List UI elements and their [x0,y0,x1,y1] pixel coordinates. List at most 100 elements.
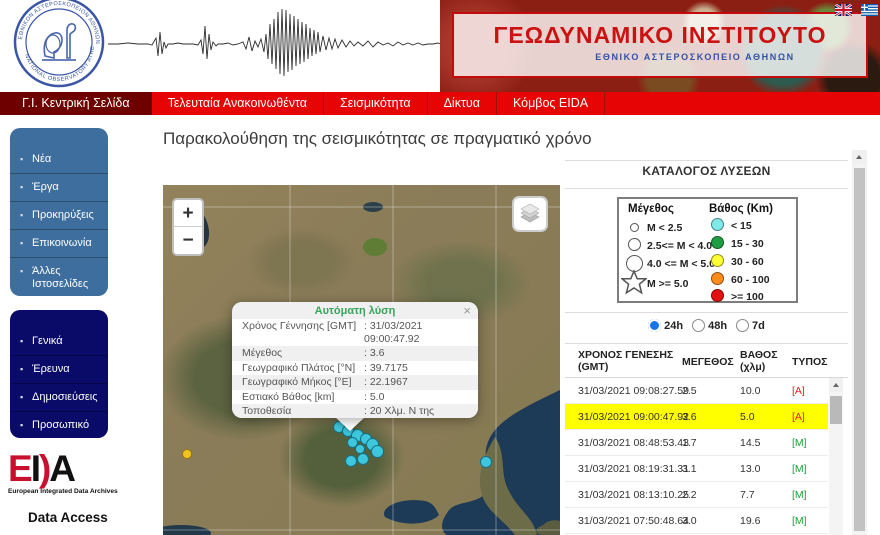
nav-item-announcements[interactable]: Τελευταία Ανακοινωθέντα [152,92,324,115]
table-scrollbar[interactable] [829,378,843,535]
cell-magnitude: 3.6 [682,404,697,430]
table-row[interactable]: 31/03/2021 08:19:31.31 3.1 13.0 [M] [565,456,828,482]
page-title: Παρακολούθηση της σεισμικότητας σε πραγμ… [163,129,592,149]
page-scrollbar-thumb[interactable] [854,168,865,531]
range-label: 24h [664,320,683,332]
nav-item-home[interactable]: Γ.Ι. Κεντρική Σελίδα [0,92,152,115]
earthquake-marker-yellow[interactable] [182,449,192,459]
eida-logo[interactable]: EI)A European Integrated Data Archives [8,450,148,495]
divider [565,343,848,344]
popup-row-label: Εστιακό Βάθος [km] [242,391,364,404]
cell-depth: 7.7 [740,482,755,508]
map-legend: Μέγεθος M < 2.5 2.5<= M < 4.0 4.0 <= M <… [617,197,798,303]
popup-row-label: Χρόνος Γέννησης [GMT] [242,320,364,345]
depth-dot [711,236,724,249]
eida-tagline: European Integrated Data Archives [8,488,148,495]
earthquake-marker[interactable] [357,453,369,465]
range-option-48h[interactable]: 48h [692,319,727,332]
sidebar-panel-bottom: Γενικά Έρευνα Δημοσιεύσεις Προσωπικό [10,310,108,438]
popup-close-icon[interactable]: × [463,303,471,318]
geodynamic-institute-page: ΕΘΝΙΚΟΝ ΑΣΤΕΡΟΣΚΟΠΕΙΟΝ ΑΘΗΝΩΝ NATIONAL O… [0,0,880,535]
depth-dot [711,218,724,231]
seismogram-trace [108,4,464,82]
zoom-out-button[interactable]: − [174,227,202,254]
sidebar-panel-top: Νέα Έργα Προκηρύξεις Επικοινωνία Άλλες Ι… [10,128,108,296]
eida-letter: E [8,448,31,489]
magnitude-star-icon [621,269,647,295]
table-scrollbar-thumb[interactable] [830,396,842,424]
depth-dot [711,254,724,267]
divider [565,160,848,161]
event-popup: × Αυτόματη λύση Χρόνος Γέννησης [GMT]: 3… [232,302,478,418]
popup-tail [335,417,365,431]
scrollbar-up-arrow-icon[interactable] [829,378,843,392]
sidebar-item-publications[interactable]: Δημοσιεύσεις [10,383,108,411]
nav-item-seismicity[interactable]: Σεισμικότητα [324,92,428,115]
popup-row-value: : 22.1967 [364,376,408,389]
legend-label: 30 - 60 [731,256,764,268]
range-option-24h[interactable]: 24h [648,319,683,332]
banner-title-box: ΓΕΩΔΥΝΑΜΙΚΟ ΙΝΣΤΙΤΟΥΤΟ ΕΘΝΙΚΟ ΑΣΤΕΡΟΣΚΟΠ… [452,12,868,78]
cell-depth: 14.5 [740,430,760,456]
scrollbar-up-arrow-icon[interactable] [852,150,867,164]
radio-24h-selected[interactable] [648,319,661,332]
zoom-in-button[interactable]: + [174,200,202,227]
seismicity-map[interactable]: + − × Αυτόματη λύση Χρόνος Γέννησης [GMT… [163,185,560,535]
table-header-time: ΧΡΟΝΟΣ ΓΕΝΕΣΗΣ [578,349,673,361]
main-nav: Γ.Ι. Κεντρική Σελίδα Τελευταία Ανακοινωθ… [0,92,880,115]
popup-row-label: Γεωγραφικό Πλάτος [°N] [242,362,364,375]
cell-magnitude: 1.7 [682,430,697,456]
sidebar-item-news[interactable]: Νέα [10,146,108,173]
legend-label: M >= 5.0 [647,278,688,290]
legend-depth-header: Βάθος (Km) [709,203,773,215]
table-row[interactable]: 31/03/2021 09:08:27.59 2.5 10.0 [A] [565,378,828,404]
uk-flag-icon[interactable] [835,4,852,16]
range-option-7d[interactable]: 7d [736,319,765,332]
earthquake-marker[interactable] [371,445,384,458]
cell-depth: 10.0 [740,378,760,404]
table-header-magnitude: ΜΕΓΕΘΟΣ [682,356,734,368]
catalog-title: ΚΑΤΑΛΟΓΟΣ ΛΥΣΕΩΝ [565,164,848,178]
sidebar-item-projects[interactable]: Έργα [10,173,108,201]
table-row[interactable]: 31/03/2021 07:50:48.64 3.0 19.6 [M] [565,508,828,534]
nav-item-eida-node[interactable]: Κόμβος EIDA [497,92,605,115]
popup-title: Αυτόματη λύση [232,302,478,319]
greece-flag-icon[interactable] [861,4,878,16]
map-layers-button[interactable] [512,196,548,232]
observatory-seal-logo: ΕΘΝΙΚΟΝ ΑΣΤΕΡΟΣΚΟΠΕΙΟΝ ΑΘΗΝΩΝ NATIONAL O… [12,0,106,90]
institute-banner: ΓΕΩΔΥΝΑΜΙΚΟ ΙΝΣΤΙΤΟΥΤΟ ΕΘΝΙΚΟ ΑΣΤΕΡΟΣΚΟΠ… [440,0,880,92]
cell-time: 31/03/2021 09:08:27.59 [578,378,689,404]
legend-label: < 15 [731,220,752,232]
magnitude-circle-small [630,223,639,232]
cell-magnitude: 2.2 [682,482,697,508]
earthquake-marker[interactable] [345,455,357,467]
table-header-time-unit: (GMT) [578,361,608,373]
sidebar-item-contact[interactable]: Επικοινωνία [10,229,108,257]
popup-row-value: : 20 Χλμ. N της Ελασσόνας [364,405,468,418]
legend-label: 2.5<= M < 4.0 [647,240,712,252]
popup-row-label: Μέγεθος [242,347,364,360]
sidebar-item-general[interactable]: Γενικά [10,328,108,355]
legend-label: 4.0 <= M < 5.0 [647,258,715,270]
sidebar-item-personnel[interactable]: Προσωπικό [10,411,108,439]
radio-48h[interactable] [692,319,705,332]
nav-item-networks[interactable]: Δίκτυα [428,92,497,115]
divider [565,312,848,313]
sidebar-item-calls[interactable]: Προκηρύξεις [10,201,108,229]
table-row[interactable]: 31/03/2021 08:48:53.43 1.7 14.5 [M] [565,430,828,456]
radio-7d[interactable] [736,319,749,332]
cell-depth: 5.0 [740,404,755,430]
eida-letter: A [49,448,74,489]
sidebar-item-research[interactable]: Έρευνα [10,355,108,383]
page-scrollbar[interactable] [852,150,867,535]
table-row-highlighted[interactable]: 31/03/2021 09:00:47.92 3.6 5.0 [A] [565,404,828,430]
depth-dot [711,272,724,285]
data-access-link[interactable]: Data Access [28,510,108,525]
earthquake-marker[interactable] [480,456,492,468]
time-range-selector: 24h 48h 7d [565,319,848,332]
institute-subtitle: ΕΘΝΙΚΟ ΑΣΤΕΡΟΣΚΟΠΕΙΟ ΑΘΗΝΩΝ [524,52,866,62]
popup-row-value: : 3.6 [364,347,384,360]
table-row[interactable]: 31/03/2021 08:13:10.25 2.2 7.7 [M] [565,482,828,508]
sidebar-item-other-sites[interactable]: Άλλες Ιστοσελίδες [10,257,108,298]
legend-magnitude-header: Μέγεθος [628,203,674,215]
